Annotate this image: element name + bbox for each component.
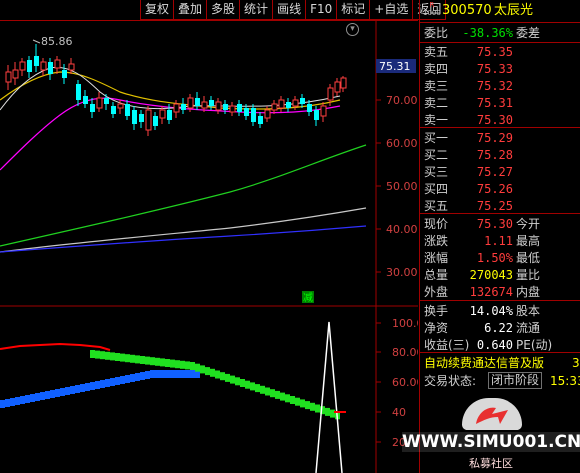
stat-row-1: 涨跌 1.11 最高: [420, 232, 580, 250]
indicator-axis-label: 60.00: [392, 376, 418, 389]
stat-row-0-label2: 今开: [516, 217, 541, 231]
buy-level-4-value: 75.26: [476, 182, 513, 196]
sell-level-2-label: 卖二: [424, 96, 449, 110]
stat-row-2-label: 涨幅: [424, 251, 449, 265]
sell-level-5-label: 卖五: [424, 45, 449, 59]
buy-level-1: 买一 75.29: [420, 129, 580, 147]
buy-level-2-label: 买二: [424, 148, 449, 162]
stat-row-4-label2: 内盘: [516, 285, 541, 299]
ma-line-magenta: [0, 97, 341, 171]
sell-level-5: 卖五 75.35: [420, 43, 580, 61]
add-watchlist-button[interactable]: +自选: [369, 0, 413, 20]
trade-status-value: 闭市阶段: [488, 372, 543, 389]
buy-level-2: 买二 75.28: [420, 146, 580, 164]
fin-row-1-label: 净资: [424, 321, 449, 335]
toggle-options-icon[interactable]: ▾: [346, 23, 359, 36]
buy-level-1-value: 75.29: [476, 131, 513, 145]
stat-row-4-label: 外盘: [424, 285, 449, 299]
high-price-marker: 85.86: [41, 35, 73, 48]
sell-level-2-value: 75.31: [476, 96, 513, 110]
fin-row-0-label: 换手: [424, 304, 449, 318]
sell-level-4-value: 75.33: [476, 62, 513, 76]
buy-level-2-value: 75.28: [476, 148, 513, 162]
statistics-button[interactable]: 统计: [239, 0, 273, 20]
multi-stock-button[interactable]: 多股: [206, 0, 240, 20]
watermark-subtitle: 私募社区: [469, 457, 513, 470]
webi-label: 委比: [424, 26, 449, 40]
f10-button[interactable]: F10: [305, 0, 337, 20]
chart-area[interactable]: 70.00 60.00 50.00 40.00 30.00 100.0 80.00 60.0…: [0, 0, 418, 473]
price-axis-label: 60.00: [386, 137, 418, 150]
stat-row-3-value: 270043: [469, 268, 513, 282]
stat-row-2-value: 1.50%: [476, 251, 513, 265]
restore-rights-button[interactable]: 复权: [140, 0, 174, 20]
stat-row-1-value: 1.11: [484, 234, 513, 248]
subscription-count: 3: [572, 356, 580, 370]
current-price-tag: 75.31: [379, 60, 411, 73]
fin-row-1-value: 6.22: [484, 321, 513, 335]
trade-status-label: 交易状态:: [424, 374, 477, 388]
stat-row-0: 现价 75.30 今开: [420, 215, 580, 233]
sell-level-4: 卖四 75.33: [420, 60, 580, 78]
webi-value: -38.36%: [462, 26, 513, 40]
stat-row-2: 涨幅 1.50% 最低: [420, 249, 580, 267]
indicator-red-line: [0, 342, 111, 351]
price-axis-label: 50.00: [386, 180, 418, 193]
fin-row-1-label2: 流通: [516, 321, 541, 335]
stat-row-0-label: 现价: [424, 217, 449, 231]
subscription-banner[interactable]: 自动续费通达信普及版: [424, 354, 544, 372]
price-axis-label: 40.00: [386, 223, 418, 236]
indicator-axis-label: 80.00: [392, 346, 418, 359]
indicator-green-bars: [90, 350, 340, 420]
indicator-axis-label: 100.0: [392, 317, 418, 330]
stock-name: 太辰光: [494, 3, 534, 18]
sell-level-3-label: 卖三: [424, 79, 449, 93]
buy-level-3-label: 买三: [424, 165, 449, 179]
stat-row-2-label2: 最低: [516, 251, 541, 265]
watermark-logo-icon: [462, 398, 522, 430]
fin-row-0: 换手 14.04% 股本: [420, 302, 580, 320]
price-axis-label: 30.00: [386, 266, 418, 279]
stock-code: 300570: [442, 3, 492, 18]
stat-row-4: 外盘 132674 内盘: [420, 283, 580, 301]
sell-level-3-value: 75.32: [476, 79, 513, 93]
signal-marker: 减: [303, 292, 313, 304]
overlay-button[interactable]: 叠加: [173, 0, 207, 20]
draw-line-button[interactable]: 画线: [272, 0, 306, 20]
ma-line-blue: [0, 225, 367, 253]
sell-level-2: 卖二 75.31: [420, 94, 580, 112]
indicator-white-spike: [315, 321, 343, 473]
buy-level-4-label: 买四: [424, 182, 449, 196]
watermark: WWW.SIMU001.CN 私募社区: [400, 398, 580, 473]
stat-row-3-label: 总量: [424, 268, 449, 282]
stat-row-0-value: 75.30: [476, 217, 513, 231]
buy-level-1-label: 买一: [424, 131, 449, 145]
trade-status-time: 15:33: [550, 374, 580, 388]
stat-row-3: 总量 270043 量比: [420, 266, 580, 284]
buy-level-3-value: 75.27: [476, 165, 513, 179]
sell-level-3: 卖三 75.32: [420, 77, 580, 95]
toolbar: 复权 叠加 多股 统计 画线 F10 标记 +自选 返回: [140, 0, 447, 20]
fin-row-0-value: 14.04%: [469, 304, 513, 318]
sell-level-4-label: 卖四: [424, 62, 449, 76]
badge: R 1000: [423, 1, 441, 17]
candlestick-series: [5, 44, 347, 136]
buy-level-4: 买四 75.26: [420, 180, 580, 198]
price-axis-label: 70.00: [386, 94, 418, 107]
indicator-blue-bars: [0, 370, 200, 408]
stat-row-1-label2: 最高: [516, 234, 541, 248]
stat-row-1-label: 涨跌: [424, 234, 449, 248]
mark-button[interactable]: 标记: [336, 0, 370, 20]
stat-row-3-label2: 量比: [516, 268, 541, 282]
stock-header: R 1000 300570 太辰光: [420, 1, 580, 20]
fin-row-1: 净资 6.22 流通: [420, 319, 580, 337]
weicha-label: 委差: [516, 26, 541, 40]
buy-level-3: 买三 75.27: [420, 163, 580, 181]
fin-row-0-label2: 股本: [516, 304, 541, 318]
stat-row-4-value: 132674: [469, 285, 513, 299]
sell-level-5-value: 75.35: [476, 45, 513, 59]
watermark-url: WWW.SIMU001.CN: [402, 432, 580, 452]
